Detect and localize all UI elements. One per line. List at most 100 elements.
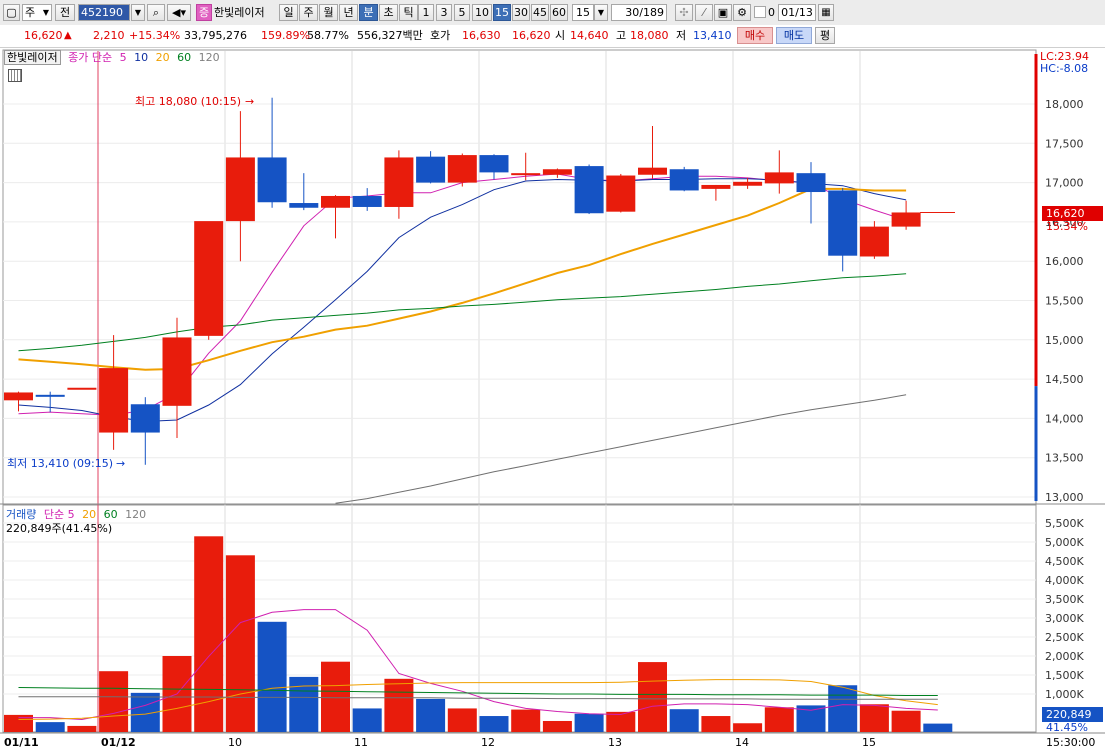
volume-bar [35,722,65,732]
ask-label: 호가 [430,29,451,42]
gear-icon[interactable]: ⚙ [733,4,751,21]
interval-3[interactable]: 3 [436,4,452,21]
market-select[interactable]: 주 ▼ [22,4,52,21]
price-legend-title: 종가 단순 [68,51,113,64]
grid-icon[interactable]: ✣ [675,4,693,21]
volume-bar [511,709,541,732]
quote-price: 16,620 [24,29,63,42]
vma120-legend: 120 [125,508,147,521]
low-label: 저 [676,29,687,42]
sell-button[interactable]: 매도 [776,27,812,44]
price-legend: 한빛레이저 종가 단순 5 10 20 60 120 [4,50,224,65]
buy-button[interactable]: 매수 [737,27,773,44]
interval-60[interactable]: 60 [550,4,568,21]
volume-bar [542,720,572,732]
volume-bar [923,723,953,732]
ma60-legend: 60 [177,51,192,64]
volume-legend: 거래량 단순 5 20 60 120 [6,508,150,522]
tab-month[interactable]: 월 [319,4,338,21]
volume-tick-label: 3,000K [1045,612,1084,625]
volume-bar [891,710,921,732]
tab-second[interactable]: 초 [379,4,398,21]
candle-body [321,195,350,208]
tab-week[interactable]: 주 [299,4,318,21]
calendar-icon[interactable]: ▦ [818,4,834,21]
volume-bar [859,704,889,732]
interval-1[interactable]: 1 [418,4,434,21]
interval-45[interactable]: 45 [531,4,549,21]
volume-tick-label: 4,500K [1045,555,1084,568]
ma20-legend: 20 [155,51,170,64]
candle-body [511,173,541,176]
toolbar-row: ▢ 주 ▼ 전 452190 ▼ ⌕ ◀▾ 증 한빛레이저 일 주 월 년 분 초… [0,0,1105,26]
price-tick-label: 15,500 [1045,295,1084,308]
price-tab[interactable]: 한빛레이저 [4,50,61,65]
volume-bar [321,661,350,732]
interval-input[interactable]: 15 [572,4,594,21]
code-dropdown-icon[interactable]: ▼ [131,4,145,21]
interval-30[interactable]: 30 [512,4,530,21]
interval-5[interactable]: 5 [454,4,470,21]
table-icon[interactable] [8,69,22,82]
avg-button[interactable]: 평 [815,27,835,44]
quote-ratio1: 159.89% [261,29,310,42]
candle-body [828,190,858,256]
tab-minute[interactable]: 분 [359,4,378,21]
stock-name: 한빛레이저 [214,6,265,19]
candle-body [638,167,667,175]
candle-body [225,157,255,222]
search-icon[interactable]: ⌕ [147,4,165,21]
high-label: 고 [616,29,627,42]
candle-body [416,156,446,183]
candle-body [447,155,477,183]
volume-bar [289,676,319,732]
speaker-icon[interactable]: ◀▾ [167,4,191,21]
stock-code-input[interactable]: 452190 [78,4,130,21]
tab-tick[interactable]: 틱 [399,4,418,21]
quote-change-pct: +15.34% [129,29,181,42]
volume-bar [828,685,858,732]
low-annotation: 최저 13,410 (09:15) [7,457,114,470]
candle-body [162,337,192,406]
price-tick-label: 13,000 [1045,491,1084,504]
interval-dropdown-icon[interactable]: ▼ [594,4,608,21]
volume-pct-tag: 41.45% [1046,721,1088,734]
x-label-11: 11 [354,736,368,749]
date-input[interactable]: 01/13 [778,4,816,21]
tab-day[interactable]: 일 [279,4,298,21]
x-label-12: 12 [481,736,495,749]
volume-bar [384,678,414,732]
price-tick-label: 14,500 [1045,373,1084,386]
high-price: 18,080 [630,29,669,42]
quote-volume: 33,795,276 [184,29,247,42]
candle-body [891,212,921,227]
tab-year[interactable]: 년 [339,4,358,21]
x-label-14: 14 [735,736,749,749]
price-tick-label: 13,500 [1045,452,1084,465]
price-tick-label: 16,000 [1045,255,1084,268]
volume-tick-label: 2,500K [1045,631,1084,644]
candle-body [35,394,65,397]
chevron-down-icon: ▼ [42,8,49,17]
draw-icon[interactable]: ⁄ [695,4,713,21]
count-input[interactable]: 30/189 [611,4,667,21]
interval-10[interactable]: 10 [472,4,492,21]
save-icon[interactable]: ▣ [714,4,732,21]
chart-canvas[interactable]: 13,000 13,500 14,000 14,500 15,000 15,500 16,0… [0,48,1105,751]
candle-body [479,155,509,173]
option-checkbox[interactable] [754,6,766,18]
volume-bar [479,716,509,732]
x-label-0112: 01/12 [101,736,136,749]
candle-body [733,181,763,186]
volume-bar [574,713,604,732]
ma5-legend: 5 [119,51,127,64]
window-menu-icon[interactable]: ▢ [3,4,20,21]
interval-15[interactable]: 15 [493,4,511,21]
current-volume-label: 220,849주(41.45%) [6,522,113,535]
price-panel-frame [2,49,1037,505]
low-arrow-icon: → [116,457,126,470]
badge-label: 증 [196,4,212,21]
prev-button[interactable]: 전 [55,4,75,21]
high-arrow-icon: → [245,95,255,108]
volume-tick-label: 1,000K [1045,688,1084,701]
